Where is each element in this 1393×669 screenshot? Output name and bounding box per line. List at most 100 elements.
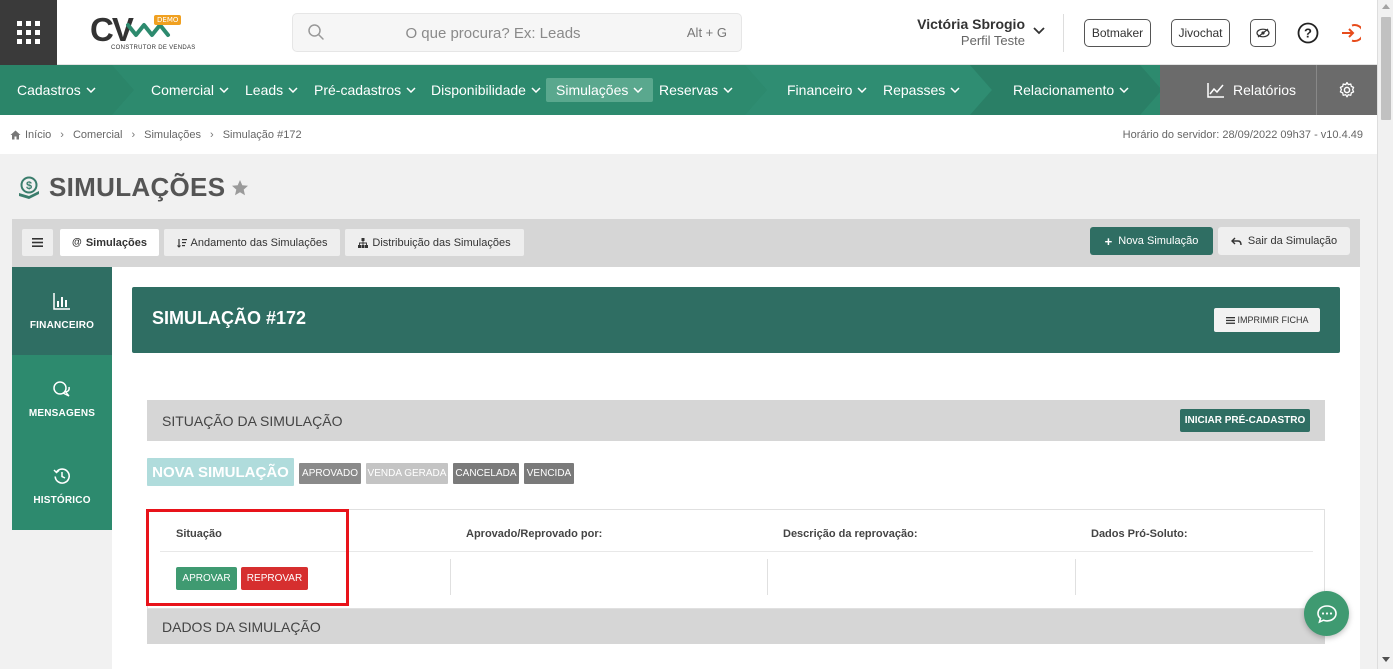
- breadcrumb-comercial[interactable]: Comercial: [73, 129, 123, 141]
- star-icon[interactable]: [231, 179, 249, 197]
- breadcrumb-bar: Início › Comercial › Simulações › Simula…: [0, 115, 1377, 154]
- plus-icon: +: [1104, 233, 1113, 249]
- nav-relacionamento[interactable]: Relacionamento: [1013, 65, 1129, 115]
- chevron-down-icon: [1119, 87, 1129, 93]
- comments-icon: [53, 380, 70, 397]
- status-cancelada: CANCELADA: [453, 463, 519, 484]
- breadcrumb-separator-icon: ›: [210, 129, 214, 141]
- table-header-aprovado-por: Aprovado/Reprovado por:: [466, 528, 603, 540]
- exit-simulation-button[interactable]: Sair da Simulação: [1218, 227, 1350, 255]
- scroll-thumb[interactable]: [1381, 17, 1391, 120]
- reply-icon: [1230, 237, 1242, 245]
- scroll-down-icon[interactable]: [1382, 657, 1390, 662]
- sitemap-icon: [358, 237, 369, 248]
- tab-andamento[interactable]: Andamento das Simulações: [164, 229, 340, 256]
- nav-repasses[interactable]: Repasses: [883, 65, 960, 115]
- breadcrumb-current: Simulação #172: [222, 129, 302, 141]
- nav-financeiro[interactable]: Financeiro: [787, 65, 867, 115]
- side-item-historico[interactable]: HISTÓRICO: [12, 443, 112, 530]
- cv-logo[interactable]: CV DEMO CONSTRUTOR DE VENDAS: [88, 11, 195, 55]
- search-shortcut: Alt + G: [686, 25, 727, 40]
- apps-menu-button[interactable]: [0, 0, 57, 65]
- logo-demo-badge: DEMO: [154, 15, 182, 25]
- status-nova-simulacao: NOVA SIMULAÇÃO: [147, 458, 294, 486]
- chevron-down-icon: [633, 87, 643, 93]
- search-icon: [308, 24, 324, 40]
- tab-distribuicao[interactable]: Distribuição das Simulações: [345, 229, 524, 256]
- start-precadastro-button[interactable]: INICIAR PRÉ-CADASTRO: [1180, 409, 1310, 432]
- highlight-annotation: [146, 509, 349, 606]
- top-bar: CV DEMO CONSTRUTOR DE VENDAS Alt + G Vic…: [0, 0, 1377, 65]
- chevron-down-icon: [406, 87, 416, 93]
- side-item-financeiro[interactable]: FINANCEIRO: [12, 267, 112, 355]
- nav-pre-cadastros[interactable]: Pré-cadastros: [314, 65, 416, 115]
- status-section-header: SITUAÇÃO DA SIMULAÇÃO INICIAR PRÉ-CADAST…: [147, 400, 1325, 441]
- history-icon: [53, 468, 70, 484]
- scroll-up-icon[interactable]: [1382, 4, 1390, 9]
- page-scrollbar[interactable]: [1377, 0, 1393, 669]
- breadcrumb: Início › Comercial › Simulações › Simula…: [10, 129, 302, 141]
- chevron-down-icon[interactable]: [1033, 27, 1045, 35]
- settings-button[interactable]: [1316, 65, 1377, 115]
- page-header: $ SIMULAÇÕES: [17, 172, 249, 203]
- status-venda-gerada: VENDA GERADA: [366, 463, 448, 484]
- chevron-down-icon: [950, 87, 960, 93]
- search-box[interactable]: Alt + G: [292, 13, 742, 52]
- simulation-title: SIMULAÇÃO #172: [152, 308, 307, 328]
- eye-slash-icon: [1256, 28, 1270, 38]
- chat-button[interactable]: [1304, 591, 1349, 636]
- chat-icon: [1316, 604, 1337, 623]
- nav-leads[interactable]: Leads: [245, 65, 298, 115]
- menu-toggle-button[interactable]: [22, 229, 53, 256]
- simulation-money-icon: $: [19, 176, 39, 199]
- list-icon: [1225, 316, 1235, 324]
- table-header-pro-soluto: Dados Pró-Soluto:: [1091, 528, 1188, 540]
- divider: [1063, 14, 1064, 52]
- new-simulation-button[interactable]: + Nova Simulação: [1090, 227, 1213, 255]
- home-icon: [10, 130, 21, 140]
- breadcrumb-separator-icon: ›: [60, 129, 64, 141]
- logout-icon[interactable]: [1339, 22, 1361, 44]
- chevron-down-icon: [219, 87, 229, 93]
- nav-disponibilidade[interactable]: Disponibilidade: [431, 65, 541, 115]
- botmaker-button[interactable]: Botmaker: [1084, 19, 1151, 47]
- nav-cadastros[interactable]: Cadastros: [17, 65, 96, 115]
- chevron-down-icon: [531, 87, 541, 93]
- user-name: Victória Sbrogio: [917, 16, 1025, 32]
- breadcrumb-inicio[interactable]: Início: [25, 129, 51, 141]
- gear-icon: [1339, 81, 1355, 98]
- chevron-down-icon: [723, 87, 733, 93]
- server-time: Horário do servidor: 28/09/2022 09h37 - …: [1122, 129, 1363, 141]
- data-section-header: DADOS DA SIMULAÇÃO: [147, 609, 1325, 644]
- column-divider: [1075, 559, 1076, 595]
- status-aprovado: APROVADO: [299, 463, 361, 484]
- chevron-down-icon: [288, 87, 298, 93]
- search-input[interactable]: [333, 22, 653, 44]
- svg-text:$: $: [26, 180, 32, 192]
- nav-simulacoes[interactable]: Simulações: [546, 78, 654, 102]
- hide-values-button[interactable]: [1250, 19, 1276, 47]
- svg-text:?: ?: [1304, 26, 1312, 41]
- breadcrumb-simulacoes[interactable]: Simulações: [144, 129, 201, 141]
- page-title: SIMULAÇÕES: [49, 172, 226, 202]
- main-navigation: Cadastros Comercial Leads Pré-cadastros …: [0, 65, 1377, 115]
- simulation-header: SIMULAÇÃO #172 IMPRIMIR FICHA: [132, 287, 1340, 353]
- help-icon[interactable]: ?: [1297, 22, 1319, 44]
- chevron-down-icon: [86, 87, 96, 93]
- nav-relatorios[interactable]: Relatórios: [1207, 65, 1296, 115]
- apps-grid-icon: [17, 21, 40, 44]
- jivochat-button[interactable]: Jivochat: [1171, 19, 1230, 47]
- table-header-descricao: Descrição da reprovação:: [783, 528, 918, 540]
- print-button[interactable]: IMPRIMIR FICHA: [1214, 308, 1320, 332]
- column-divider: [767, 559, 768, 595]
- tab-simulacoes[interactable]: @ Simulações: [60, 229, 159, 256]
- side-item-mensagens[interactable]: MENSAGENS: [12, 355, 112, 443]
- chart-line-icon: [1207, 83, 1224, 98]
- user-menu[interactable]: Victória Sbrogio Perfil Teste: [900, 16, 1025, 48]
- column-divider: [450, 559, 451, 595]
- nav-reservas[interactable]: Reservas: [659, 65, 733, 115]
- nav-comercial[interactable]: Comercial: [151, 65, 229, 115]
- at-icon: @: [72, 237, 82, 248]
- user-profile: Perfil Teste: [960, 33, 1025, 48]
- sort-icon: [176, 238, 187, 248]
